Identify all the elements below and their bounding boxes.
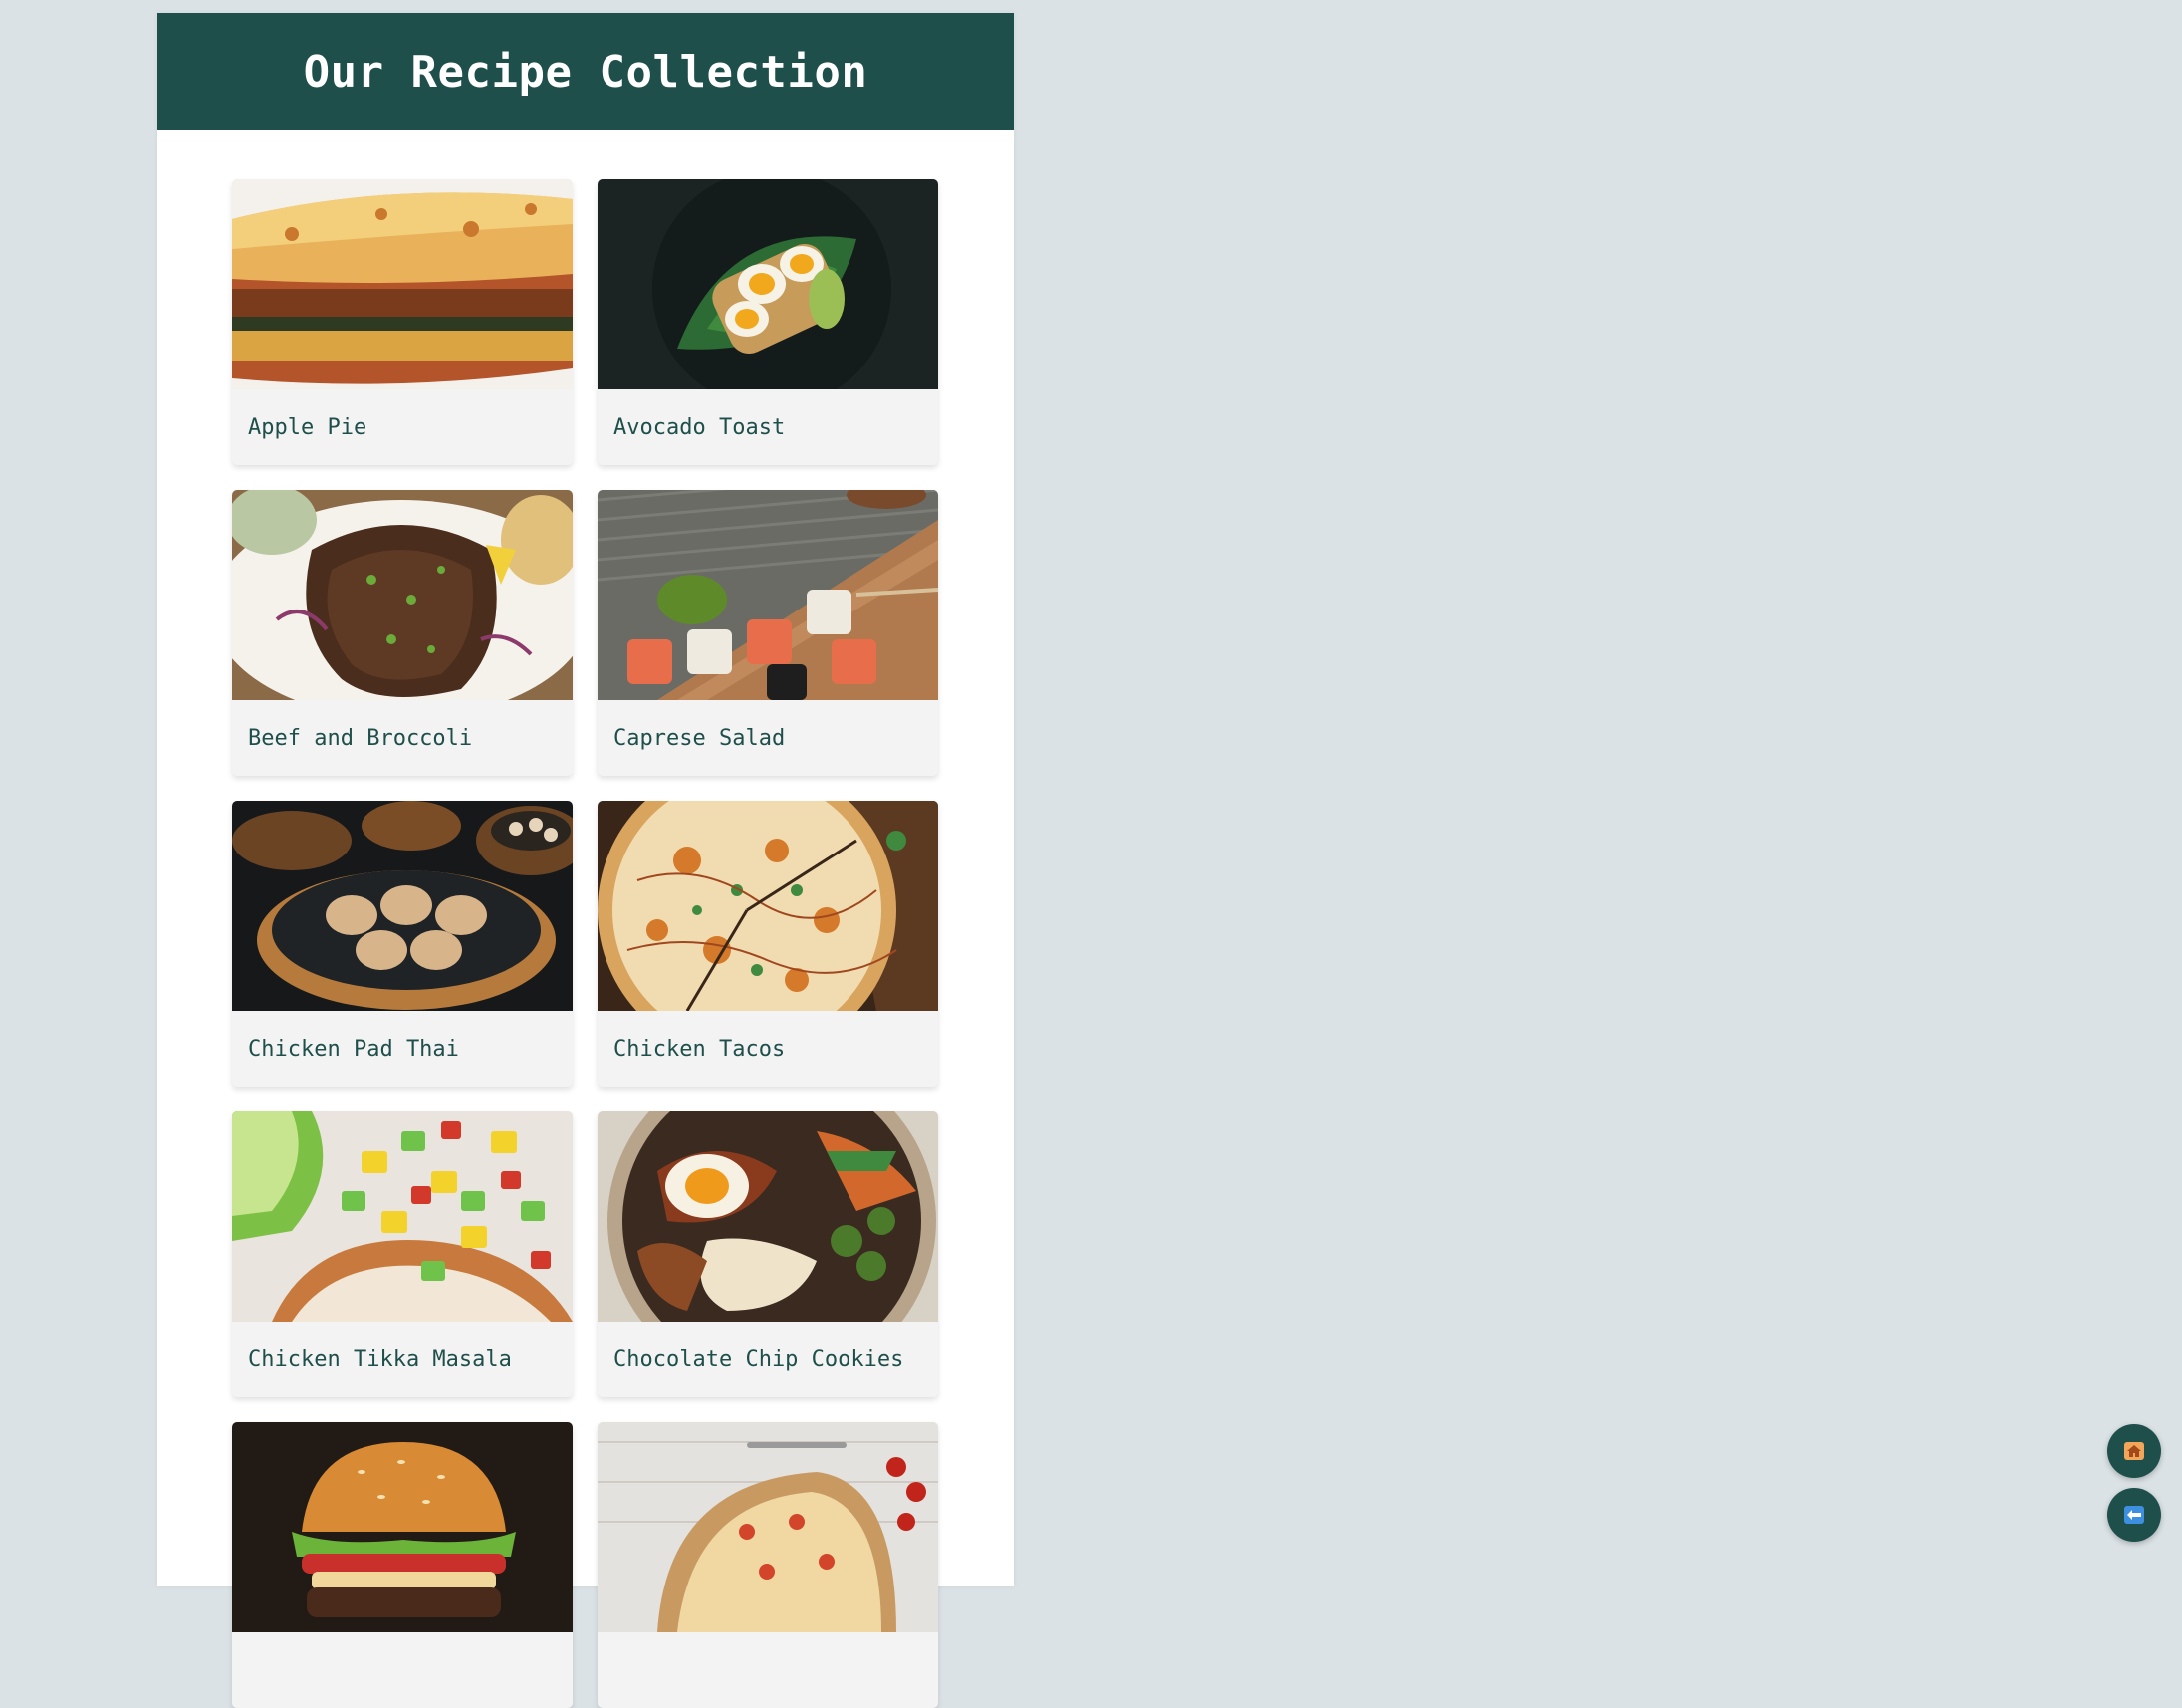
- recipe-title: Avocado Toast: [613, 415, 786, 440]
- recipe-card[interactable]: Chicken Tikka Masala: [232, 1111, 573, 1397]
- recipe-photo: [232, 179, 573, 389]
- recipe-title: Chicken Tacos: [613, 1037, 786, 1062]
- back-arrow-icon: [2124, 1506, 2144, 1524]
- recipe-title: Beef and Broccoli: [248, 726, 473, 751]
- recipe-card[interactable]: Chicken Pad Thai: [232, 801, 573, 1087]
- recipe-title: Chocolate Chip Cookies: [613, 1347, 904, 1372]
- recipe-card[interactable]: Chocolate Chip Cookies: [598, 1111, 938, 1397]
- house-icon: [2124, 1442, 2144, 1460]
- recipe-photo: [232, 1422, 573, 1632]
- recipe-photo: [598, 1111, 938, 1322]
- recipe-card[interactable]: Chicken Tacos: [598, 801, 938, 1087]
- recipe-card[interactable]: Beef and Broccoli: [232, 490, 573, 776]
- page-title: Our Recipe Collection: [303, 46, 868, 98]
- recipe-title: Caprese Salad: [613, 726, 786, 751]
- recipe-title: Chicken Pad Thai: [248, 1037, 459, 1062]
- recipe-photo: [598, 1422, 938, 1632]
- recipe-card[interactable]: Avocado Toast: [598, 179, 938, 465]
- page-header: Our Recipe Collection: [157, 13, 1014, 130]
- recipe-photo: [232, 1111, 573, 1322]
- recipe-photo: [598, 801, 938, 1011]
- recipe-title: Apple Pie: [248, 415, 367, 440]
- recipe-card[interactable]: [232, 1422, 573, 1708]
- home-button[interactable]: [2107, 1424, 2161, 1478]
- recipe-title: [598, 1632, 938, 1658]
- recipe-title: [232, 1632, 573, 1658]
- recipe-card[interactable]: [598, 1422, 938, 1708]
- recipe-card[interactable]: Caprese Salad: [598, 490, 938, 776]
- recipe-photo: [598, 490, 938, 700]
- recipe-card[interactable]: Apple Pie: [232, 179, 573, 465]
- recipe-photo: [598, 179, 938, 389]
- recipe-title: Chicken Tikka Masala: [248, 1347, 512, 1372]
- back-button[interactable]: [2107, 1488, 2161, 1542]
- recipe-photo: [232, 490, 573, 700]
- recipe-grid: Apple Pie Avocado Toast Beef and Broccol…: [232, 179, 938, 1708]
- recipe-photo: [232, 801, 573, 1011]
- recipe-panel: Our Recipe Collection Apple Pie Avocado …: [157, 13, 1014, 1708]
